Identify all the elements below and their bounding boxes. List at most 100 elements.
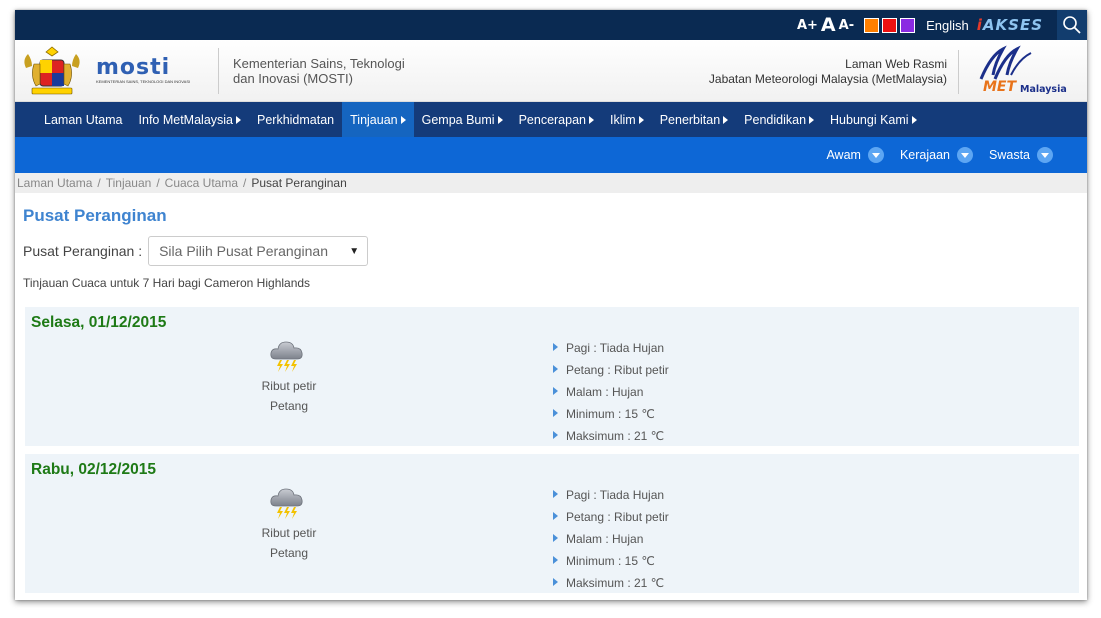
- iakses-label: AKSES: [982, 16, 1043, 34]
- chevron-down-icon: [867, 147, 884, 163]
- audience-item-kerajaan[interactable]: Kerajaan: [900, 147, 973, 163]
- breadcrumb: Laman Utama / Tinjauan / Cuaca Utama / Pusat P…: [15, 173, 1087, 193]
- forecast-day-card: Selasa, 01/12/2015 Ribut petir Petang Pagi …: [25, 307, 1079, 446]
- forecast-detail-text: Petang : Ribut petir: [566, 363, 669, 377]
- breadcrumb-link[interactable]: Laman Utama: [17, 176, 92, 190]
- metmalaysia-logo[interactable]: MET Malaysia: [967, 45, 1073, 99]
- nav-item-gempa-bumi[interactable]: Gempa Bumi: [414, 102, 511, 137]
- forecast-detail-text: Maksimum : 21 ℃: [566, 576, 665, 590]
- forecast-detail-item: Pagi : Tiada Hujan: [553, 487, 669, 509]
- official-site-text: Laman Web Rasmi Jabatan Meteorologi Mala…: [709, 57, 947, 87]
- resort-select-row: Pusat Peranginan : Sila Pilih Pusat Pera…: [23, 236, 1079, 266]
- forecast-detail-item: Petang : Ribut petir: [553, 362, 669, 384]
- site-header: mosti KEMENTERIAN SAINS, TEKNOLOGI DAN I…: [15, 40, 1087, 102]
- caret-right-icon: [809, 115, 815, 124]
- forecast-detail-text: Malam : Hujan: [566, 385, 644, 399]
- caret-right-icon: [236, 115, 241, 124]
- forecast-detail-text: Minimum : 15 ℃: [566, 554, 655, 568]
- mosti-logo[interactable]: mosti KEMENTERIAN SAINS, TEKNOLOGI DAN I…: [96, 55, 196, 85]
- forecast-detail-text: Maksimum : 21 ℃: [566, 429, 665, 443]
- coat-of-arms-logo[interactable]: [20, 45, 84, 96]
- forecast-details: Pagi : Tiada Hujan Petang : Ribut petir Ma…: [553, 340, 669, 450]
- bullet-arrow-icon: [553, 512, 558, 520]
- nav-item-penerbitan[interactable]: Penerbitan: [652, 102, 736, 137]
- mosti-wordmark: mosti: [96, 55, 171, 80]
- audience-item-swasta[interactable]: Swasta: [989, 147, 1053, 163]
- theme-red-swatch[interactable]: [882, 17, 898, 33]
- forecast-detail-text: Petang : Ribut petir: [566, 510, 669, 524]
- bullet-arrow-icon: [553, 534, 558, 542]
- forecast-detail-item: Pagi : Tiada Hujan: [553, 340, 669, 362]
- forecast-detail-text: Malam : Hujan: [566, 532, 644, 546]
- breadcrumb-current: Pusat Peranginan: [251, 176, 347, 190]
- nav-item-perkhidmatan[interactable]: Perkhidmatan: [249, 102, 342, 137]
- nav-item-label: Laman Utama: [44, 112, 123, 127]
- thunderstorm-icon: [270, 341, 303, 372]
- met-logo-malaysia: Malaysia: [1020, 84, 1067, 95]
- iakses-link[interactable]: iAKSES: [977, 16, 1043, 34]
- forecast-subtitle: Tinjauan Cuaca untuk 7 Hari bagi Cameron…: [23, 276, 311, 290]
- theme-purple-swatch[interactable]: [900, 17, 916, 33]
- resort-select[interactable]: Sila Pilih Pusat Peranginan ▼: [148, 236, 369, 266]
- nav-item-pendidikan[interactable]: Pendidikan: [736, 102, 822, 137]
- browser-window: A+ A A- English iAKSES mosti KEMENTERIAN…: [15, 10, 1087, 600]
- forecast-detail-item: Malam : Hujan: [553, 384, 669, 406]
- nav-item-hubungi-kami[interactable]: Hubungi Kami: [822, 102, 925, 137]
- caret-right-icon: [497, 115, 503, 124]
- thunderstorm-icon: [270, 488, 303, 519]
- caret-right-icon: [723, 115, 729, 124]
- audience-item-label: Kerajaan: [899, 148, 950, 162]
- font-normal-button[interactable]: A: [821, 14, 836, 36]
- language-link[interactable]: English: [926, 18, 969, 33]
- resort-select-value: Sila Pilih Pusat Peranginan: [159, 243, 328, 259]
- dropdown-arrow-icon: ▼: [349, 245, 360, 257]
- ministry-line-2: dan Inovasi (MOSTI): [233, 70, 353, 86]
- caret-right-icon: [400, 115, 406, 124]
- bullet-arrow-icon: [553, 365, 558, 373]
- nav-item-label: Hubungi Kami: [830, 112, 909, 127]
- nav-item-label: Pendidikan: [744, 112, 807, 127]
- mosti-subtext: KEMENTERIAN SAINS, TEKNOLOGI DAN INOVASI: [96, 79, 191, 84]
- bullet-arrow-icon: [553, 431, 558, 439]
- audience-item-awam[interactable]: Awam: [826, 147, 884, 163]
- font-increase-button[interactable]: A+: [797, 18, 818, 33]
- nav-item-info-metmalaysia[interactable]: Info MetMalaysia: [131, 102, 249, 137]
- nav-item-label: Tinjauan: [350, 112, 398, 127]
- forecast-detail-item: Maksimum : 21 ℃: [553, 428, 669, 450]
- forecast-date: Selasa, 01/12/2015: [31, 314, 167, 331]
- official-line-1: Laman Web Rasmi: [845, 57, 947, 71]
- breadcrumb-link[interactable]: Tinjauan: [106, 176, 152, 190]
- chevron-down-icon: [957, 147, 973, 163]
- resort-select-label: Pusat Peranginan :: [23, 243, 143, 259]
- forecast-detail-text: Minimum : 15 ℃: [566, 407, 655, 421]
- forecast-date: Rabu, 02/12/2015: [31, 461, 156, 478]
- ministry-line-1: Kementerian Sains, Teknologi: [233, 55, 405, 71]
- nav-item-label: Penerbitan: [659, 112, 721, 127]
- forecast-detail-item: Minimum : 15 ℃: [553, 553, 669, 575]
- nav-item-tinjauan[interactable]: Tinjauan: [342, 102, 414, 137]
- nav-item-pencerapan[interactable]: Pencerapan: [511, 102, 602, 137]
- met-logo-met: MET: [983, 79, 1017, 95]
- breadcrumb-separator: /: [97, 176, 101, 190]
- ministry-name: Kementerian Sains, Teknologi dan Inovasi…: [233, 56, 405, 86]
- search-button[interactable]: [1057, 10, 1087, 40]
- breadcrumb-link[interactable]: Cuaca Utama: [165, 176, 238, 190]
- nav-item-label: Iklim: [610, 112, 636, 127]
- font-decrease-button[interactable]: A-: [839, 18, 854, 33]
- theme-orange-swatch[interactable]: [864, 17, 880, 33]
- forecast-period: Petang: [269, 546, 309, 560]
- official-line-2: Jabatan Meteorologi Malaysia (MetMalaysi…: [708, 72, 947, 86]
- bullet-arrow-icon: [553, 556, 558, 564]
- forecast-detail-text: Pagi : Tiada Hujan: [566, 341, 665, 355]
- audience-item-label: Awam: [826, 148, 861, 162]
- utility-bar: A+ A A- English iAKSES: [15, 10, 1087, 40]
- nav-item-iklim[interactable]: Iklim: [602, 102, 652, 137]
- forecast-detail-item: Malam : Hujan: [553, 531, 669, 553]
- forecast-detail-text: Pagi : Tiada Hujan: [566, 488, 665, 502]
- nav-item-label: Pencerapan: [518, 112, 586, 127]
- nav-item-label: Gempa Bumi: [421, 112, 495, 127]
- bullet-arrow-icon: [553, 578, 558, 586]
- nav-item-label: Info MetMalaysia: [138, 112, 233, 127]
- header-divider: [218, 47, 219, 94]
- nav-item-laman-utama[interactable]: Laman Utama: [36, 102, 131, 137]
